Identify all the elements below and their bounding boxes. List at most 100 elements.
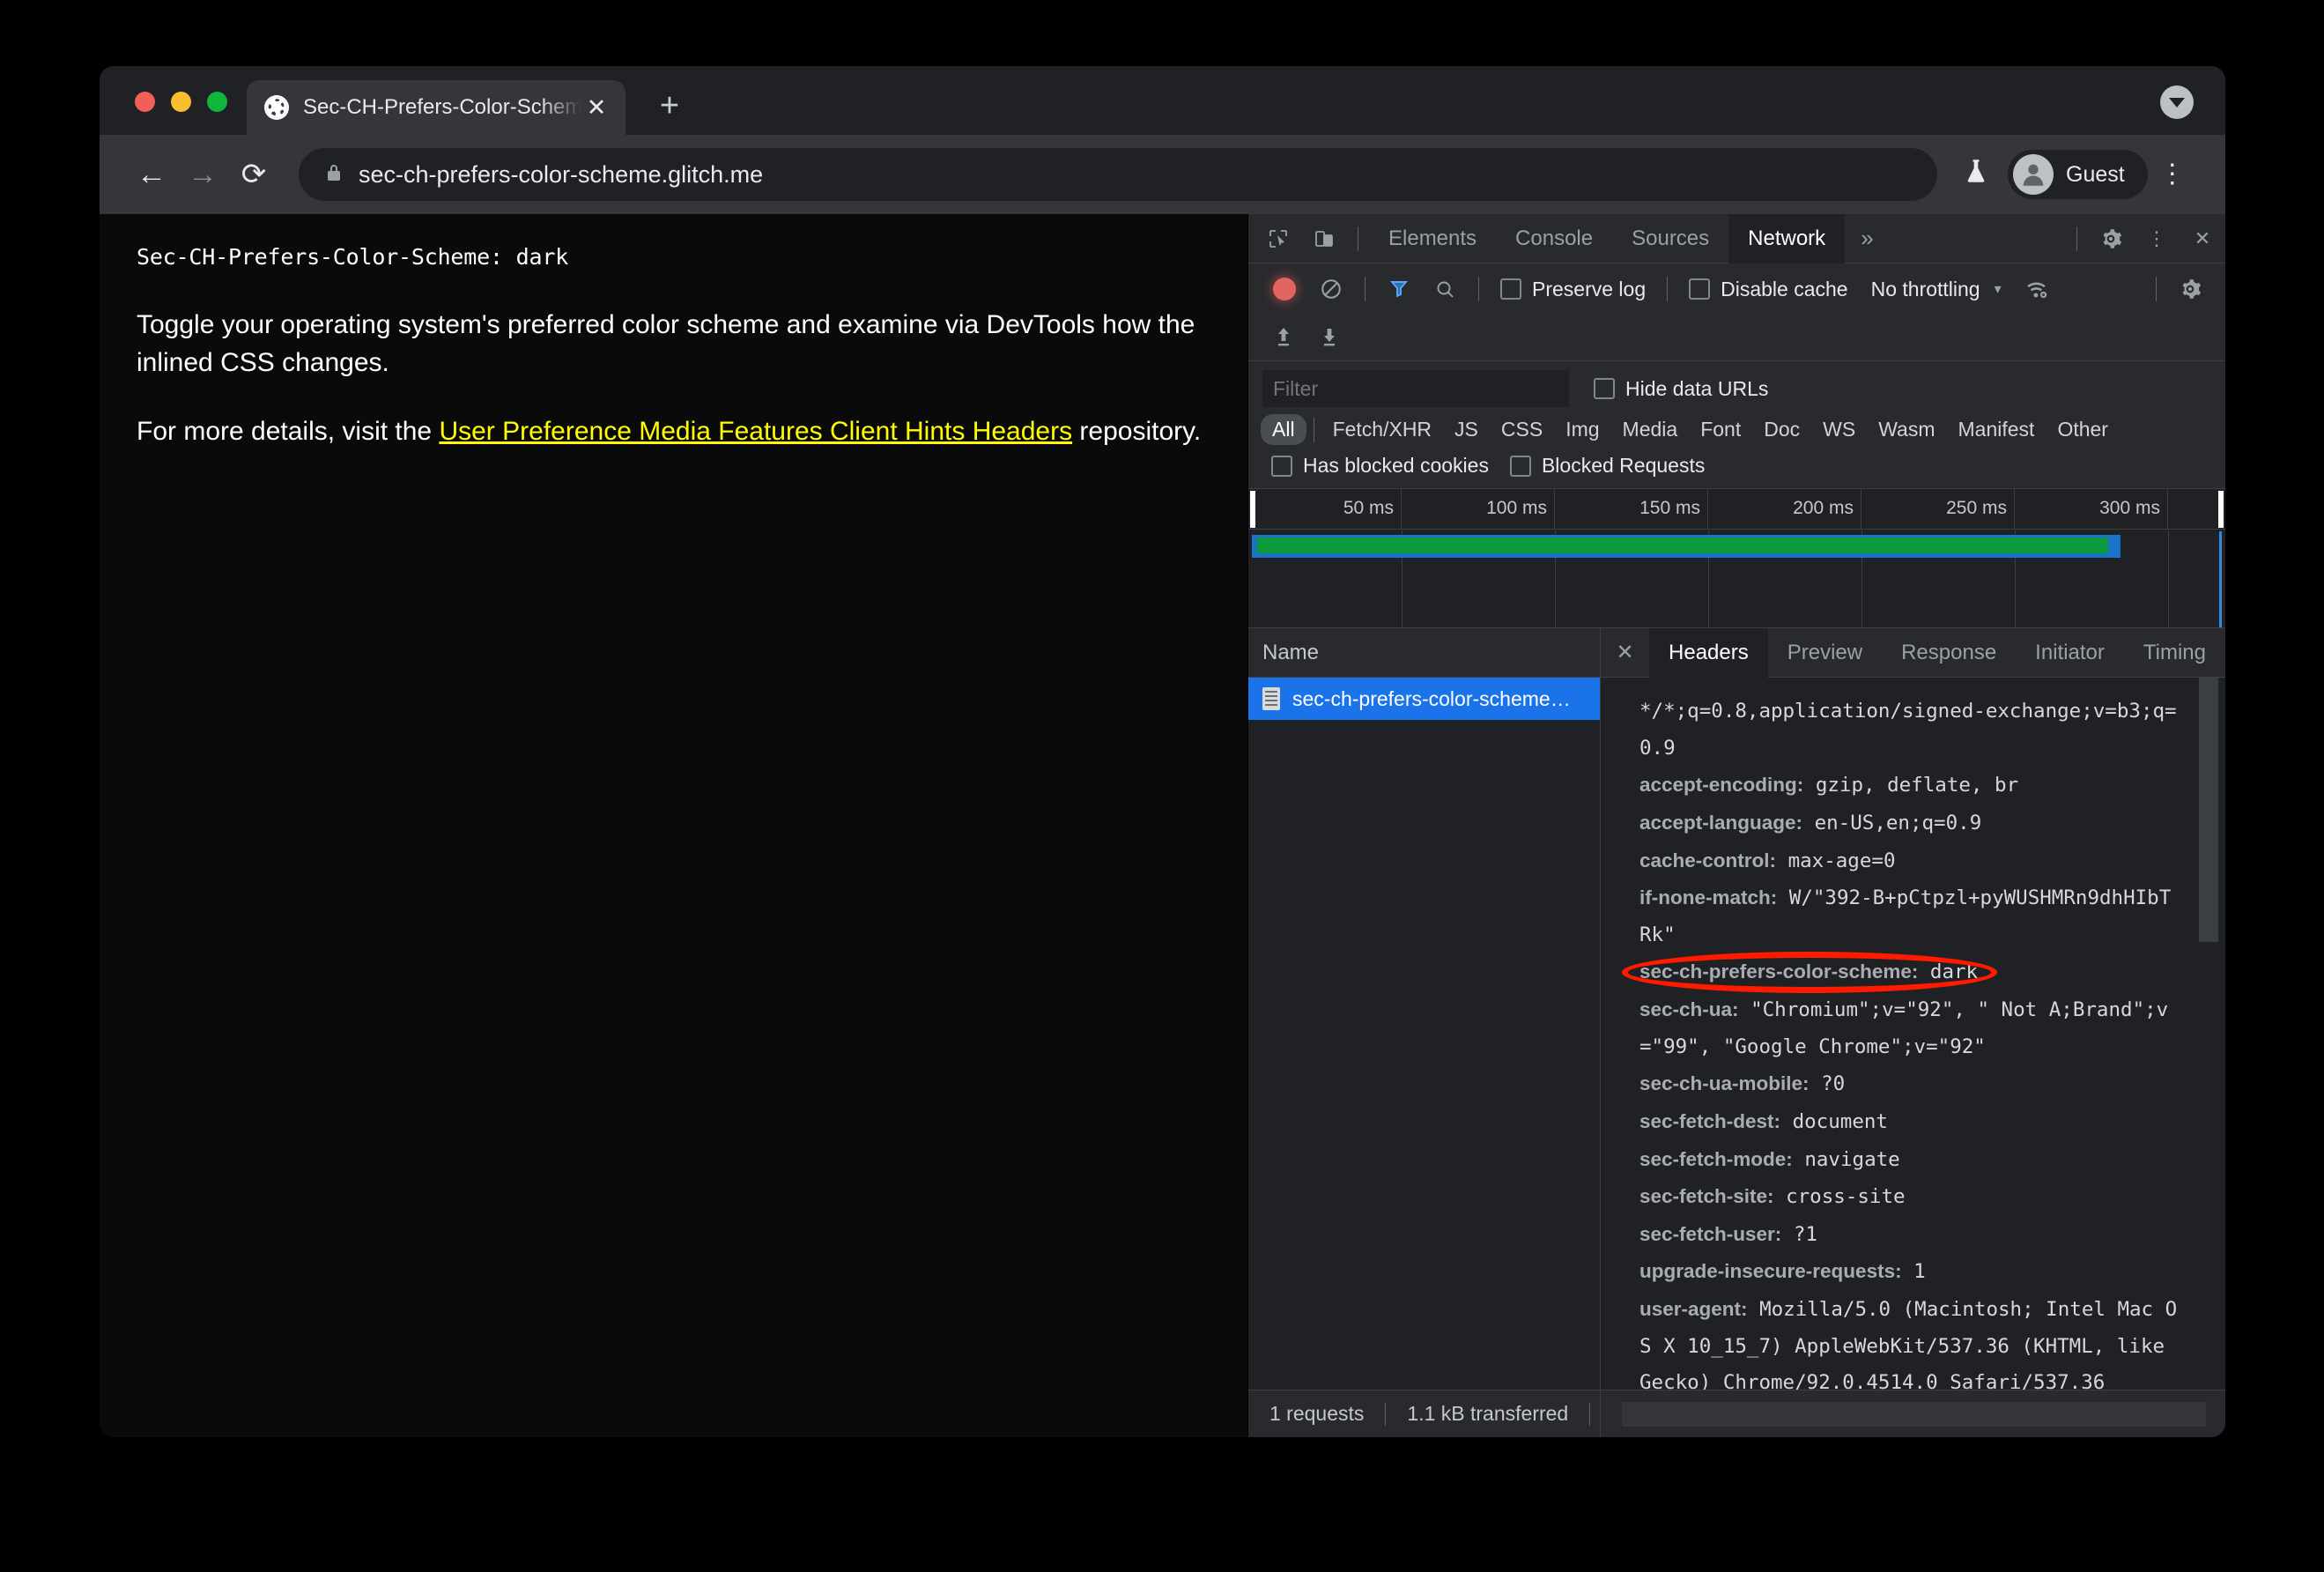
experiments-flask-icon[interactable] bbox=[1953, 158, 1999, 191]
chevron-down-icon[interactable]: ▾ bbox=[1995, 280, 2002, 298]
search-icon[interactable] bbox=[1422, 269, 1468, 309]
network-overview[interactable]: 50 ms 100 ms 150 ms 200 ms 250 ms 300 ms bbox=[1248, 489, 2225, 628]
throttling-select[interactable]: No throttling bbox=[1871, 278, 1980, 301]
type-filter-all[interactable]: All bbox=[1261, 414, 1306, 445]
tab-network[interactable]: Network bbox=[1728, 213, 1846, 263]
document-icon bbox=[1262, 687, 1280, 710]
overview-tick-100: 100 ms bbox=[1486, 498, 1547, 518]
header-row: user-agent: Mozilla/5.0 (Macintosh; Inte… bbox=[1639, 1291, 2178, 1390]
back-button[interactable]: ← bbox=[126, 149, 177, 200]
type-filter-other[interactable]: Other bbox=[2046, 414, 2120, 445]
overview-left-handle[interactable] bbox=[1250, 491, 1255, 528]
close-window-button[interactable] bbox=[135, 92, 155, 112]
type-filter-img[interactable]: Img bbox=[1554, 414, 1610, 445]
has-blocked-cookies-box[interactable] bbox=[1271, 455, 1292, 477]
has-blocked-cookies-label: Has blocked cookies bbox=[1303, 454, 1489, 477]
type-filter-js[interactable]: JS bbox=[1443, 414, 1490, 445]
export-har-icon[interactable] bbox=[1306, 317, 1352, 358]
clear-icon[interactable] bbox=[1308, 269, 1354, 309]
has-blocked-cookies-checkbox[interactable]: Has blocked cookies bbox=[1271, 454, 1489, 478]
device-toolbar-icon[interactable] bbox=[1301, 219, 1347, 259]
header-name: upgrade-insecure-requests: bbox=[1639, 1260, 1902, 1283]
har-transfer-row bbox=[1248, 315, 2225, 360]
tab-initiator[interactable]: Initiator bbox=[2016, 628, 2124, 678]
preserve-log-box[interactable] bbox=[1500, 278, 1521, 300]
overview-tick-200: 200 ms bbox=[1793, 498, 1854, 518]
filter-input[interactable] bbox=[1262, 370, 1569, 407]
forward-button[interactable]: → bbox=[177, 149, 228, 200]
network-status-bar: 1 requests 1.1 kB transferred bbox=[1248, 1390, 2225, 1437]
new-tab-button[interactable]: + bbox=[652, 89, 687, 122]
repo-link[interactable]: User Preference Media Features Client Hi… bbox=[439, 417, 1072, 446]
tab-headers[interactable]: Headers bbox=[1649, 627, 1768, 678]
devtools-close-icon[interactable]: ✕ bbox=[2180, 219, 2225, 259]
page-header-line: Sec-CH-Prefers-Color-Scheme: dark bbox=[137, 244, 569, 270]
lock-icon bbox=[325, 162, 343, 188]
type-filter-wasm[interactable]: Wasm bbox=[1867, 414, 1946, 445]
header-value: ?0 bbox=[1809, 1072, 1846, 1096]
more-panels-icon[interactable]: » bbox=[1845, 225, 1889, 252]
blocked-requests-checkbox[interactable]: Blocked Requests bbox=[1509, 454, 1706, 478]
header-name: if-none-match: bbox=[1639, 886, 1778, 909]
reload-button[interactable]: ⟳ bbox=[228, 149, 279, 200]
type-filter-css[interactable]: CSS bbox=[1490, 414, 1554, 445]
type-filter-media[interactable]: Media bbox=[1611, 414, 1690, 445]
tab-sources[interactable]: Sources bbox=[1612, 214, 1728, 263]
tab-timing[interactable]: Timing bbox=[2124, 628, 2225, 678]
type-filter-doc[interactable]: Doc bbox=[1752, 414, 1811, 445]
network-settings-gear-icon[interactable] bbox=[2167, 269, 2213, 309]
blocked-requests-box[interactable] bbox=[1509, 455, 1531, 477]
browser-tab[interactable]: Sec-CH-Prefers-Color-Scheme ✕ bbox=[247, 80, 625, 135]
transferred-size: 1.1 kB transferred bbox=[1407, 1402, 1569, 1425]
hide-data-urls-box[interactable] bbox=[1594, 378, 1615, 399]
window-controls bbox=[100, 92, 227, 135]
header-row: accept-encoding: gzip, deflate, br bbox=[1639, 767, 2178, 805]
overview-tick-300: 300 ms bbox=[2099, 498, 2160, 518]
detail-tabbar: ✕ Headers Preview Response Initiator Tim… bbox=[1601, 627, 2225, 678]
overview-tick-50: 50 ms bbox=[1343, 498, 1394, 518]
address-bar[interactable]: sec-ch-prefers-color-scheme.glitch.me bbox=[299, 148, 1937, 201]
funnel-icon[interactable] bbox=[1376, 269, 1422, 309]
devtools-menu-icon[interactable]: ⋮ bbox=[2134, 219, 2180, 259]
profile-button[interactable]: Guest bbox=[2008, 150, 2148, 199]
console-drawer-placeholder bbox=[1622, 1401, 2206, 1427]
disable-cache-box[interactable] bbox=[1689, 278, 1711, 300]
minimize-window-button[interactable] bbox=[171, 92, 191, 112]
request-count: 1 requests bbox=[1269, 1402, 1365, 1425]
inspect-element-icon[interactable] bbox=[1255, 219, 1301, 259]
devtools-tabbar: Elements Console Sources Network » ⋮ ✕ bbox=[1248, 213, 2225, 263]
tab-preview[interactable]: Preview bbox=[1768, 628, 1882, 678]
type-filter-manifest[interactable]: Manifest bbox=[1947, 414, 2046, 445]
devtools-settings-gear-icon[interactable] bbox=[2088, 219, 2134, 259]
headers-scrollbar-thumb[interactable] bbox=[2199, 678, 2218, 942]
type-filter-fetch-xhr[interactable]: Fetch/XHR bbox=[1321, 414, 1443, 445]
type-filter-ws[interactable]: WS bbox=[1811, 414, 1867, 445]
headers-scrollbar-track[interactable] bbox=[2199, 678, 2222, 1390]
tab-console[interactable]: Console bbox=[1496, 214, 1612, 263]
header-row: if-none-match: W/"392-B+pCtpzl+pyWUSHMRn… bbox=[1639, 879, 2178, 953]
close-tab-button[interactable]: ✕ bbox=[581, 95, 611, 120]
disable-cache-checkbox[interactable]: Disable cache bbox=[1689, 278, 1848, 301]
network-conditions-icon[interactable] bbox=[2014, 269, 2060, 309]
tab-elements[interactable]: Elements bbox=[1369, 214, 1496, 263]
maximize-window-button[interactable] bbox=[207, 92, 227, 112]
header-name: sec-fetch-dest: bbox=[1639, 1109, 1781, 1132]
header-row: sec-fetch-mode: navigate bbox=[1639, 1141, 2178, 1179]
browser-menu-button[interactable]: ⋮ bbox=[2148, 161, 2197, 188]
overview-right-handle[interactable] bbox=[2218, 491, 2224, 528]
preserve-log-checkbox[interactable]: Preserve log bbox=[1500, 278, 1646, 301]
tab-response[interactable]: Response bbox=[1882, 628, 2016, 678]
record-button[interactable] bbox=[1273, 278, 1296, 300]
chevron-down-icon[interactable] bbox=[2160, 85, 2194, 119]
hide-data-urls-checkbox[interactable]: Hide data URLs bbox=[1594, 377, 1768, 401]
close-detail-icon[interactable]: ✕ bbox=[1601, 640, 1649, 665]
type-filter-font[interactable]: Font bbox=[1689, 414, 1752, 445]
blocked-requests-label: Blocked Requests bbox=[1541, 454, 1706, 477]
overview-ruler: 50 ms 100 ms 150 ms 200 ms 250 ms 300 ms bbox=[1248, 489, 2225, 530]
import-har-icon[interactable] bbox=[1261, 317, 1306, 358]
header-value: max-age=0 bbox=[1776, 849, 1896, 872]
table-row[interactable]: sec-ch-prefers-color-scheme… bbox=[1248, 678, 1600, 720]
column-header-name[interactable]: Name bbox=[1248, 628, 1600, 678]
page-viewport: Sec-CH-Prefers-Color-Scheme: dark Toggle… bbox=[100, 214, 1247, 1437]
avatar bbox=[2013, 154, 2054, 195]
